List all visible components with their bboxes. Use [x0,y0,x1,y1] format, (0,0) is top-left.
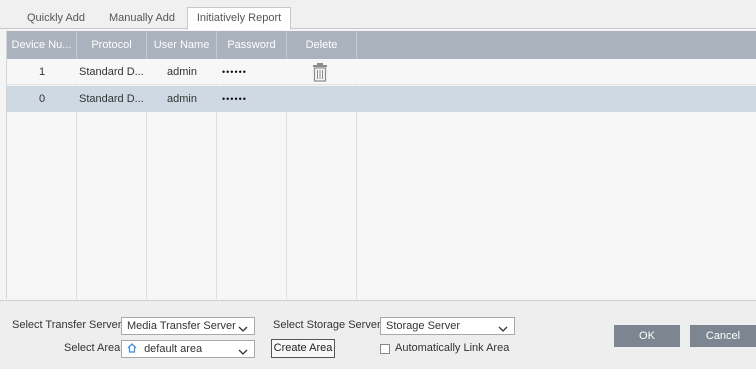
area-value: default area [144,343,203,355]
password-cell: •••••• [222,67,247,77]
cancel-button[interactable]: Cancel [690,325,756,347]
user-name-cell: admin [167,66,197,78]
chevron-down-icon [498,322,508,332]
trash-icon[interactable] [311,63,329,82]
device-table: Device Nu... Protocol User Name Password… [6,31,756,299]
tab-bar: Quickly Add Manually Add Initiatively Re… [0,0,756,30]
server-settings-panel: Select Transfer Server Media Transfer Se… [0,300,756,369]
area-select[interactable]: default area [121,340,255,358]
area-label: Select Area [64,342,121,354]
auto-link-area-label: Automatically Link Area [395,342,510,354]
storage-server-select[interactable]: Storage Server [380,317,515,335]
column-header-delete[interactable]: Delete [287,31,357,59]
column-header-user-name[interactable]: User Name [147,31,217,59]
storage-server-value: Storage Server [386,320,460,332]
protocol-cell: Standard D... [79,93,144,105]
transfer-server-value: Media Transfer Server [127,320,236,332]
home-icon [127,342,137,353]
user-name-cell: admin [167,93,197,105]
chevron-down-icon [238,322,248,332]
tab-quickly-add[interactable]: Quickly Add [14,8,98,29]
protocol-cell: Standard D... [79,66,144,78]
table-row[interactable]: 0 Standard D... admin •••••• [7,86,756,112]
chevron-down-icon [238,345,248,355]
table-header: Device Nu... Protocol User Name Password… [7,31,756,59]
create-area-button[interactable]: Create Area [271,339,335,358]
table-row[interactable]: 1 Standard D... admin •••••• [7,59,756,85]
ok-button[interactable]: OK [614,325,680,347]
tab-initiatively-report[interactable]: Initiatively Report [187,7,291,30]
tab-manually-add[interactable]: Manually Add [96,8,188,29]
transfer-server-select[interactable]: Media Transfer Server [121,317,255,335]
storage-server-label: Select Storage Server [273,319,381,331]
password-cell: •••••• [222,94,247,104]
column-header-protocol[interactable]: Protocol [77,31,147,59]
column-header-password[interactable]: Password [217,31,287,59]
auto-link-area-checkbox[interactable] [380,344,390,354]
device-number-cell: 1 [38,66,46,78]
add-device-dialog: Quickly Add Manually Add Initiatively Re… [0,0,756,369]
column-header-device-number[interactable]: Device Nu... [7,31,77,59]
transfer-server-label: Select Transfer Server [12,319,122,331]
device-number-cell: 0 [38,93,46,105]
